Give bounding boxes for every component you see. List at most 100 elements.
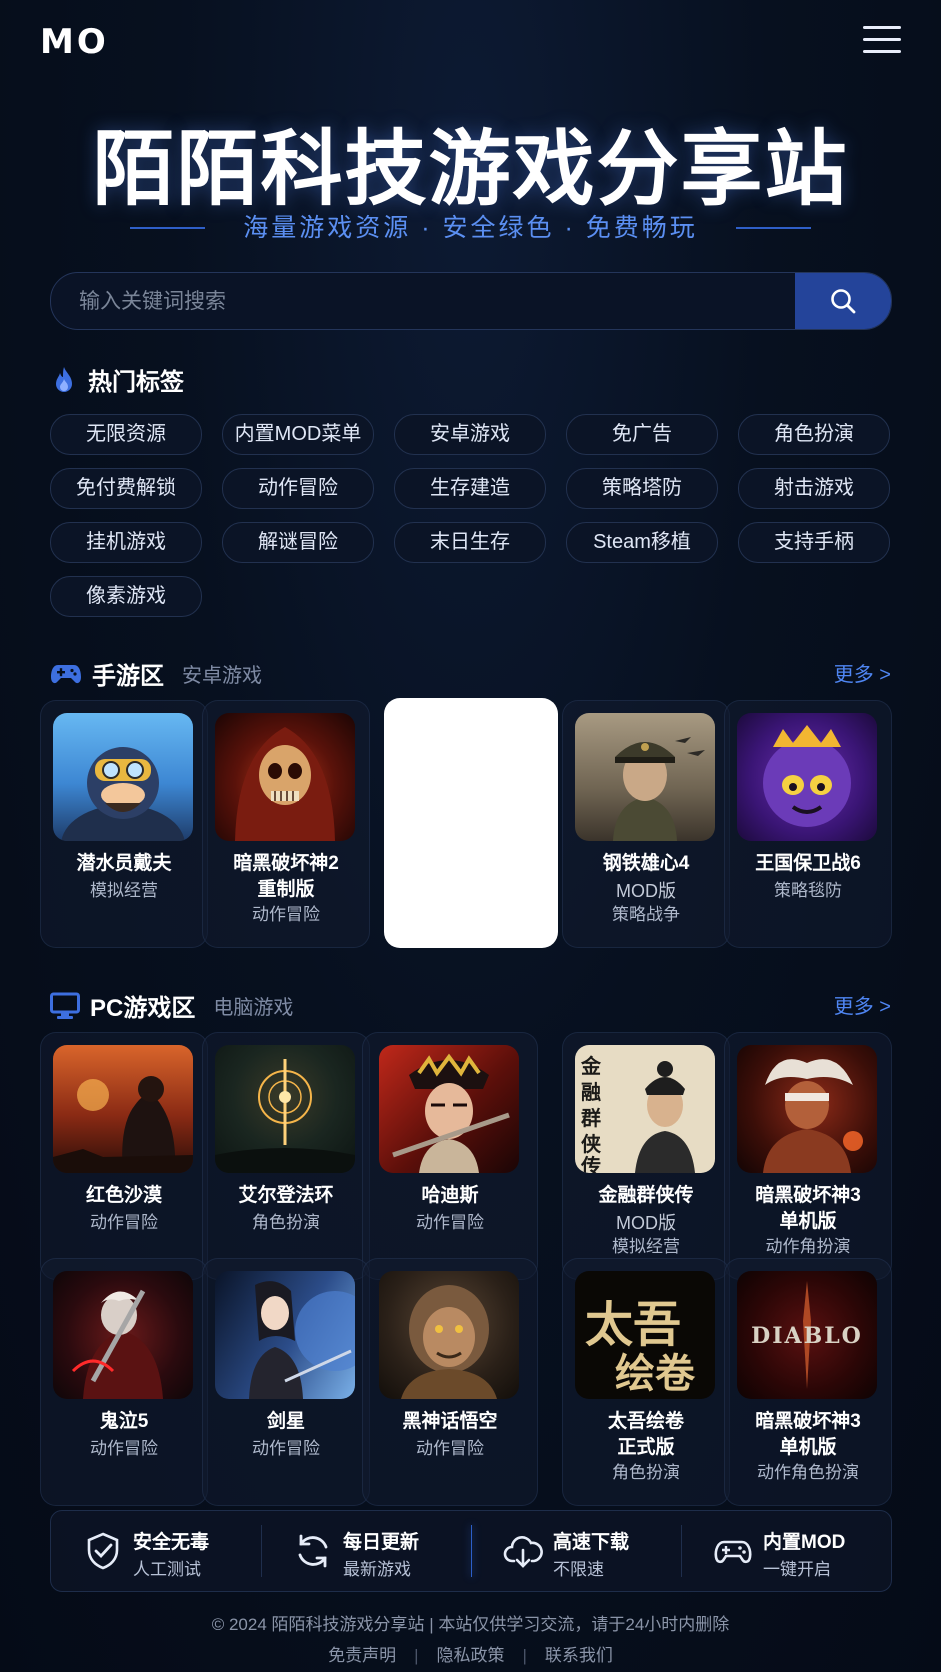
svg-text:传: 传 — [580, 1154, 601, 1173]
refresh-icon — [298, 1534, 328, 1568]
game-title: 潜水员戴夫 — [76, 853, 172, 874]
game-card[interactable]: 钢铁雄心4 MOD版 策略战争 — [562, 700, 730, 948]
game-genre: 角色扮演 — [612, 1463, 680, 1482]
game-genre: 动作冒险 — [416, 1213, 484, 1232]
tag-item[interactable]: 支持手柄 — [738, 522, 890, 563]
search-icon — [831, 289, 856, 314]
hero-subtitle: 海量游戏资源 · 安全绿色 · 免费畅玩 — [243, 214, 698, 242]
game-edition: MOD版 — [616, 881, 676, 901]
game-card[interactable]: 哈迪斯 动作冒险 — [362, 1032, 538, 1280]
tag-item[interactable]: 角色扮演 — [738, 414, 890, 455]
game-thumbnail — [215, 1271, 355, 1399]
game-title: 哈迪斯 — [421, 1185, 479, 1206]
hamburger-menu-icon[interactable] — [863, 26, 901, 54]
tag-item[interactable]: 无限资源 — [50, 414, 202, 455]
game-genre: 模拟经营 — [612, 1237, 680, 1256]
tag-item[interactable]: 挂机游戏 — [50, 522, 202, 563]
hot-tags-title: 热门标签 — [88, 369, 184, 396]
tag-item[interactable]: Steam移植 — [566, 522, 718, 563]
tag-item[interactable]: 内置MOD菜单 — [222, 414, 374, 455]
tag-item[interactable]: 免付费解锁 — [50, 468, 202, 509]
pc-section-subtitle: 电脑游戏 — [213, 997, 294, 1019]
tag-item[interactable]: 安卓游戏 — [394, 414, 546, 455]
feature-subtitle: 不限速 — [553, 1560, 604, 1579]
footer-link-privacy[interactable]: 隐私政策 — [437, 1646, 505, 1665]
controller-icon — [714, 1540, 752, 1564]
game-thumbnail — [737, 1045, 877, 1173]
game-title: 钢铁雄心4 — [602, 853, 690, 874]
game-thumbnail — [215, 713, 355, 841]
tag-item[interactable]: 解谜冒险 — [222, 522, 374, 563]
game-card[interactable]: 黑神话悟空 动作冒险 — [362, 1258, 538, 1506]
mobile-more-link[interactable]: 更多 > — [834, 658, 891, 687]
game-card[interactable]: 太吾 绘卷 太吾绘卷 正式版 角色扮演 — [562, 1258, 730, 1506]
pc-more-link[interactable]: 更多 > — [834, 990, 891, 1019]
pc-section-title: PC游戏区 — [90, 995, 196, 1022]
game-genre: 动作冒险 — [90, 1439, 158, 1458]
mobile-section-header: 手游区 安卓游戏 — [50, 656, 262, 691]
game-card[interactable]: 金 融 群 侠 传 金融群侠传 MOD版 模拟经营 — [562, 1032, 730, 1280]
svg-text:群: 群 — [580, 1106, 601, 1130]
game-card[interactable]: 剑星 动作冒险 — [202, 1258, 370, 1506]
game-card[interactable]: 暗黑破坏神2 重制版 动作冒险 — [202, 700, 370, 948]
footer-copyright: © 2024 陌陌科技游戏分享站 | 本站仅供学习交流，请于24小时内删除 — [211, 1615, 730, 1634]
site-logo[interactable]: MO — [40, 22, 109, 62]
game-title: 艾尔登法环 — [238, 1185, 334, 1206]
game-thumbnail — [53, 713, 193, 841]
feature-title: 每日更新 — [343, 1532, 420, 1553]
game-thumbnail — [53, 1045, 193, 1173]
tag-item[interactable]: 策略塔防 — [566, 468, 718, 509]
svg-text:绘卷: 绘卷 — [615, 1350, 696, 1397]
svg-text:太吾: 太吾 — [585, 1297, 681, 1353]
blank-game-card[interactable] — [384, 698, 558, 948]
game-title: 太吾绘卷 — [607, 1411, 684, 1432]
game-genre: 动作角扮演 — [765, 1237, 851, 1256]
game-thumbnail — [215, 1045, 355, 1173]
game-thumbnail — [379, 1271, 519, 1399]
game-thumbnail — [53, 1271, 193, 1399]
game-card[interactable]: 潜水员戴夫 模拟经营 — [40, 700, 208, 948]
search-input[interactable] — [77, 273, 841, 329]
game-title: 剑星 — [266, 1411, 305, 1432]
game-genre: 角色扮演 — [252, 1213, 320, 1232]
game-thumbnail — [737, 713, 877, 841]
features-bar: 安全无毒 人工测试 每日更新 最新游戏 高速下载 不限速 内置MOD 一键开启 — [50, 1510, 892, 1592]
game-card[interactable]: 红色沙漠 动作冒险 — [40, 1032, 208, 1280]
game-title-line2: 正式版 — [617, 1437, 675, 1458]
feature-subtitle: 最新游戏 — [343, 1560, 411, 1579]
game-card[interactable]: 艾尔登法环 角色扮演 — [202, 1032, 370, 1280]
pc-games-row-2: 鬼泣5 动作冒险 剑星 动作冒险 黑神话悟空 动作冒险 太吾 绘卷 太吾绘卷 正… — [40, 1258, 900, 1506]
feature-mod: 内置MOD 一键开启 — [681, 1511, 891, 1591]
search-button[interactable] — [795, 273, 891, 329]
tag-item[interactable]: 像素游戏 — [50, 576, 202, 617]
game-card[interactable]: 王国保卫战6 策略毯防 — [724, 700, 892, 948]
game-title: 暗黑破坏神2 — [233, 853, 339, 874]
game-genre: 动作冒险 — [252, 905, 320, 924]
tag-item[interactable]: 末日生存 — [394, 522, 546, 563]
game-title: 鬼泣5 — [99, 1411, 149, 1432]
feature-title: 内置MOD — [763, 1532, 846, 1553]
tag-item[interactable]: 射击游戏 — [738, 468, 890, 509]
game-card[interactable]: 暗黑破坏神3 单机版 动作角扮演 — [724, 1032, 892, 1280]
svg-text:侠: 侠 — [581, 1132, 602, 1156]
game-title: 王国保卫战6 — [755, 853, 861, 874]
game-genre: 动作冒险 — [90, 1213, 158, 1232]
game-card[interactable]: DIABLO 暗黑破坏神3 单机版 动作角色扮演 — [724, 1258, 892, 1506]
tag-item[interactable]: 生存建造 — [394, 468, 546, 509]
game-thumbnail: 金 融 群 侠 传 — [575, 1045, 715, 1173]
monitor-icon — [50, 992, 80, 1019]
tag-item[interactable]: 动作冒险 — [222, 468, 374, 509]
hero-title: 陌陌科技游戏分享站 — [92, 122, 849, 217]
flame-icon — [56, 366, 72, 392]
footer-link-contact[interactable]: 联系我们 — [545, 1646, 613, 1665]
tag-item[interactable]: 免广告 — [566, 414, 718, 455]
feature-title: 高速下载 — [553, 1532, 630, 1553]
hot-tags-header: 热门标签 — [50, 362, 184, 397]
game-title: 红色沙漠 — [85, 1185, 162, 1206]
top-bar: MO — [0, 0, 941, 84]
game-title: 暗黑破坏神3 — [755, 1411, 861, 1432]
feature-subtitle: 人工测试 — [133, 1560, 201, 1579]
footer-link-disclaimer[interactable]: 免责声明 — [328, 1646, 396, 1665]
shield-check-icon — [87, 1532, 119, 1570]
game-card[interactable]: 鬼泣5 动作冒险 — [40, 1258, 208, 1506]
